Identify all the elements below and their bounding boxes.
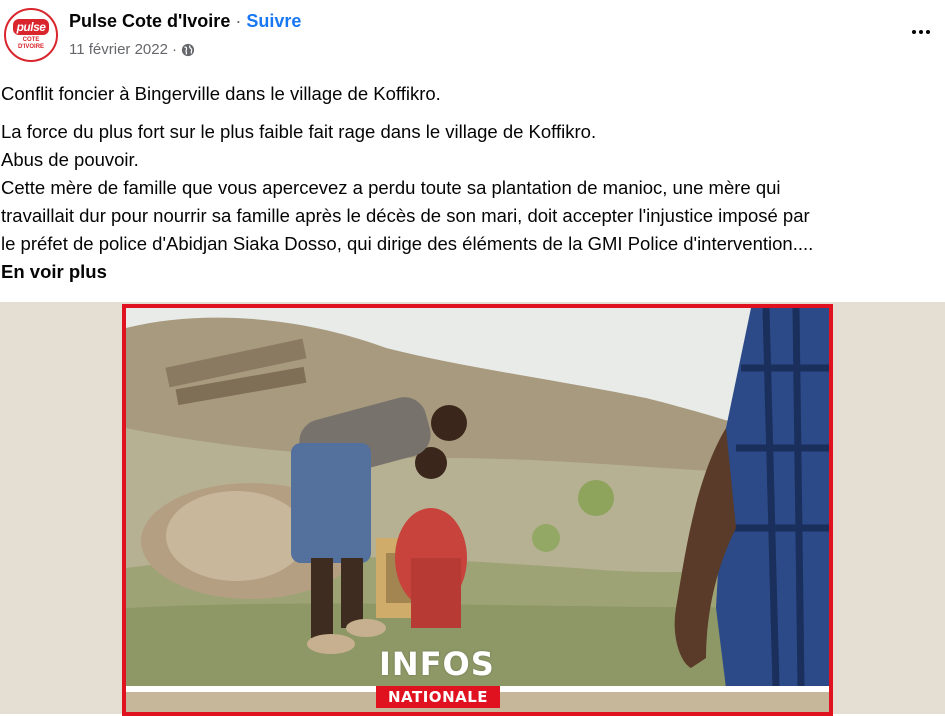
- post-media: INFOS NATIONALE: [0, 302, 945, 716]
- post-text-line: le préfet de police d'Abidjan Siaka Doss…: [1, 233, 814, 254]
- post-text-line: La force du plus fort sur le plus faible…: [1, 121, 597, 142]
- see-more-link[interactable]: En voir plus: [1, 258, 941, 286]
- name-separator: ·: [230, 11, 247, 31]
- date-separator: ·: [171, 41, 177, 58]
- post-photo[interactable]: INFOS NATIONALE: [122, 304, 833, 716]
- avatar-logo-top: pulse: [12, 19, 50, 35]
- page-avatar[interactable]: pulse COTE D'IVOIRE: [4, 8, 58, 62]
- page-name-line: Pulse Cote d'Ivoire · Suivre: [69, 11, 301, 32]
- post-meta: 11 février 2022 ·: [69, 41, 195, 58]
- infos-caption: INFOS: [379, 645, 495, 683]
- post-text: Conflit foncier à Bingerville dans le vi…: [1, 80, 941, 286]
- post-text-line: Cette mère de famille que vous apercevez…: [1, 177, 781, 198]
- nationale-tag: NATIONALE: [376, 686, 501, 708]
- author-name[interactable]: Pulse Cote d'Ivoire: [69, 11, 230, 31]
- globe-icon[interactable]: [181, 43, 195, 57]
- avatar-logo-bottom: COTE D'IVOIRE: [17, 37, 45, 50]
- post-text-line: Conflit foncier à Bingerville dans le vi…: [1, 83, 441, 104]
- post-text-line: travaillait dur pour nourrir sa famille …: [1, 205, 810, 226]
- more-options-icon[interactable]: [905, 20, 937, 44]
- post-header: pulse COTE D'IVOIRE Pulse Cote d'Ivoire …: [0, 0, 945, 70]
- post-text-line: Abus de pouvoir.: [1, 149, 139, 170]
- follow-button[interactable]: Suivre: [246, 11, 301, 31]
- post-date[interactable]: 11 février 2022: [69, 41, 168, 58]
